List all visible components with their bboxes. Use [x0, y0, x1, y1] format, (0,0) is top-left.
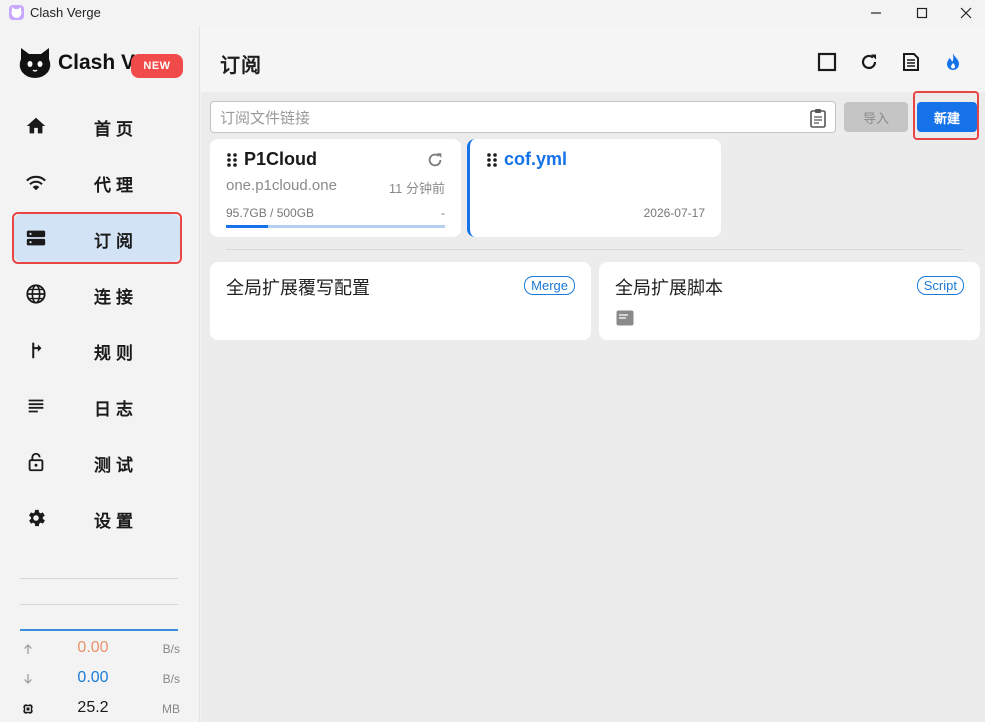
merge-badge: Merge	[524, 276, 575, 295]
fork-arrow-icon	[24, 338, 48, 362]
nav-label: 日志	[94, 400, 138, 419]
maximize-icon	[916, 7, 928, 19]
nav-item-settings[interactable]: 设置	[14, 494, 180, 542]
section-divider	[226, 249, 963, 250]
nav-item-profiles[interactable]: 订阅	[12, 212, 182, 264]
profile-updated: 11 分钟前	[388, 181, 445, 196]
cat-logo-icon	[19, 48, 51, 78]
upload-unit: B/s	[162, 642, 180, 656]
subscription-url-field[interactable]	[220, 108, 800, 128]
refresh-icon	[861, 54, 877, 70]
script-badge: Script	[916, 276, 964, 295]
minimize-icon	[871, 12, 881, 14]
stop-button[interactable]	[815, 50, 839, 74]
nav-label: 首页	[94, 120, 138, 139]
nav-item-logs[interactable]: 日志	[14, 382, 180, 430]
global-merge-card[interactable]: 全局扩展覆写配置 Merge	[210, 262, 591, 340]
usage-progress-fill	[226, 225, 268, 228]
globe-icon	[24, 282, 48, 306]
page-header: 订阅	[201, 26, 985, 92]
home-icon	[24, 114, 48, 138]
nav-label: 连接	[94, 288, 138, 307]
profile-name: cof.yml	[504, 149, 568, 169]
memory-chip-icon	[20, 701, 36, 717]
gear-icon	[24, 506, 48, 530]
arrow-up-icon	[20, 641, 36, 657]
extension-title: 全局扩展脚本	[615, 278, 723, 298]
app-logo: Clash Verge NEW	[18, 46, 183, 86]
nav-item-home[interactable]: 首页	[14, 102, 180, 150]
nav-item-connections[interactable]: 连接	[14, 270, 180, 318]
upload-value: 0.00	[77, 639, 109, 656]
logs-button[interactable]	[899, 50, 923, 74]
window-title: Clash Verge	[30, 5, 101, 20]
profile-usage: 95.7GB / 500GB	[226, 206, 315, 220]
page-title: 订阅	[220, 55, 262, 77]
profile-host: one.p1cloud.one	[226, 177, 337, 194]
memory-usage: 25.2 MB	[20, 698, 180, 720]
nav-item-proxy[interactable]: 代理	[14, 158, 180, 206]
script-file-icon	[616, 310, 634, 326]
memory-unit: MB	[162, 702, 180, 716]
extension-title: 全局扩展覆写配置	[226, 278, 370, 298]
storage-icon	[24, 226, 48, 250]
import-button[interactable]: 导入	[844, 102, 908, 132]
global-script-card[interactable]: 全局扩展脚本 Script	[599, 262, 980, 340]
lock-open-icon	[24, 450, 48, 474]
maximize-button[interactable]	[899, 0, 945, 26]
download-unit: B/s	[162, 672, 180, 686]
new-profile-button[interactable]: 新建	[917, 102, 977, 132]
sidebar: Clash Verge NEW 首页 代理 订阅 连接 规则	[0, 26, 200, 722]
nav-label: 代理	[94, 176, 138, 195]
nav-label: 规则	[94, 344, 138, 363]
list-icon	[24, 394, 48, 418]
nav-item-rules[interactable]: 规则	[14, 326, 180, 374]
nav-label: 订阅	[94, 232, 138, 251]
drag-handle-icon[interactable]	[227, 153, 237, 167]
traffic-graph	[20, 629, 178, 631]
flame-button[interactable]	[941, 50, 965, 74]
wifi-icon	[24, 170, 48, 194]
clipboard-icon[interactable]	[809, 108, 827, 128]
memory-value: 25.2	[77, 699, 109, 716]
profile-expire: -	[441, 206, 445, 220]
minimize-button[interactable]	[853, 0, 899, 26]
close-button[interactable]	[943, 0, 985, 26]
arrow-down-icon	[20, 671, 36, 687]
close-icon	[960, 7, 972, 19]
usage-progress-bar	[226, 225, 445, 228]
sidebar-divider	[20, 578, 178, 579]
download-speed: 0.00 B/s	[20, 668, 180, 690]
profile-name: P1Cloud	[244, 149, 318, 169]
stop-square-icon	[817, 52, 837, 72]
nav-label: 测试	[94, 456, 138, 475]
profile-card-cof[interactable]: cof.yml 2026-07-17	[467, 139, 721, 237]
nav-item-test[interactable]: 测试	[14, 438, 180, 486]
refresh-icon[interactable]	[426, 151, 444, 169]
profile-card-p1cloud[interactable]: P1Cloud one.p1cloud.one 11 分钟前 95.7GB / …	[210, 139, 461, 237]
drag-handle-icon[interactable]	[487, 153, 497, 167]
flame-icon	[947, 53, 959, 70]
main-content: 订阅 导入 新建 P1Cloud one.p1cloud.one 11 分钟前 …	[201, 26, 985, 722]
app-logo-icon	[9, 5, 24, 20]
sidebar-divider	[20, 604, 178, 605]
app-name: Clash Verge	[58, 51, 136, 74]
profile-date: 2026-07-17	[643, 206, 705, 220]
nav-label: 设置	[94, 512, 138, 531]
document-icon	[903, 53, 919, 71]
subscription-url-input[interactable]	[210, 101, 836, 133]
download-value: 0.00	[77, 669, 109, 686]
refresh-button[interactable]	[857, 50, 881, 74]
upload-speed: 0.00 B/s	[20, 638, 180, 660]
new-badge: NEW	[131, 54, 183, 78]
title-bar: Clash Verge	[0, 0, 985, 26]
